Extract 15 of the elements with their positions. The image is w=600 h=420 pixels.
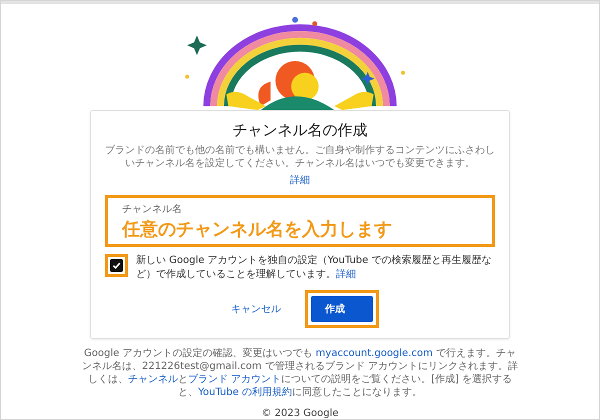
cancel-button[interactable]: キャンセル xyxy=(227,296,285,322)
create-button[interactable]: 作成 xyxy=(311,296,373,322)
field-label: チャンネル名 xyxy=(122,203,183,216)
agreement-checkbox[interactable] xyxy=(110,259,123,272)
footer-link[interactable]: myaccount.google.com xyxy=(316,348,433,359)
footer-link[interactable]: YouTube の利用規約 xyxy=(198,387,292,398)
agreement-text: 新しい Google アカウントを独自の設定（YouTube での検索履歴と再生履歴など）で作成していることを理解しています。詳細 xyxy=(136,254,492,282)
footer-text: Google アカウントの設定の確認、変更はいつでも myaccount.google.com で行えます。チャンネル名は、221226test@gmail.com で管理されるブランド アカウントにリンクされます。詳しくは、チャンネルと ブランド アカウント についての説明をご覧ください。[作成] を選択すると、YouTube の利用規約に同意したことになります。 xyxy=(80,347,520,399)
footer-link[interactable]: チャンネル xyxy=(128,374,178,385)
copyright-text: © 2023 Google xyxy=(261,408,339,419)
dialog-title: チャンネル名の作成 xyxy=(232,121,368,140)
details-link[interactable]: 詳細 xyxy=(290,173,310,187)
dialog-description: ブランドの名前でも他の名前でも構いません。ご自身や制作するコンテンツにふさわしいチャンネル名を設定してください。チャンネル名はいつでも変更できます。 xyxy=(105,144,495,170)
footer-link[interactable]: ブランド アカウント xyxy=(188,374,282,385)
details-link[interactable]: 詳細 xyxy=(336,269,356,280)
